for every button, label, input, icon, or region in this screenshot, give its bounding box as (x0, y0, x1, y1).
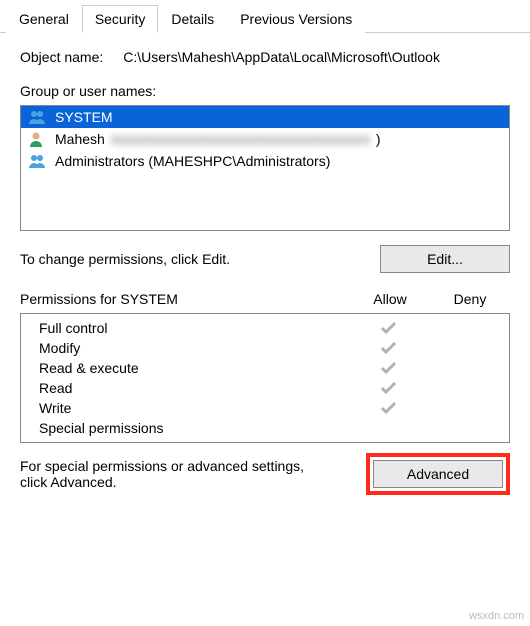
tab-previous-versions[interactable]: Previous Versions (227, 5, 365, 33)
group-user-listbox[interactable]: SYSTEM Mahesh xxxxxxxxxxxxxxxxxxxxxxxxxx… (20, 105, 510, 231)
table-row: Full control (21, 318, 509, 338)
permission-name: Special permissions (21, 420, 349, 436)
allow-column-header: Allow (350, 291, 430, 307)
advanced-button[interactable]: Advanced (373, 460, 503, 488)
allow-check-icon (349, 361, 429, 375)
edit-row: To change permissions, click Edit. Edit.… (20, 245, 510, 273)
table-row: Read & execute (21, 358, 509, 378)
list-item-label: Administrators (MAHESHPC\Administrators) (55, 153, 330, 169)
list-item-label: Mahesh (55, 131, 105, 147)
security-panel: Object name: C:\Users\Mahesh\AppData\Loc… (0, 33, 530, 507)
tab-details[interactable]: Details (158, 5, 227, 33)
list-item[interactable]: SYSTEM (21, 106, 509, 128)
object-name-label: Object name: (20, 49, 103, 65)
list-item-label: SYSTEM (55, 109, 113, 125)
table-row: Write (21, 398, 509, 418)
permissions-table: Full control Modify Read & execute Read … (20, 313, 510, 443)
group-icon (27, 108, 49, 126)
tabstrip: General Security Details Previous Versio… (0, 0, 530, 33)
permission-name: Modify (21, 340, 349, 356)
table-row: Read (21, 378, 509, 398)
list-item[interactable]: Mahesh xxxxxxxxxxxxxxxxxxxxxxxxxxxxxxxxx… (21, 128, 509, 150)
permission-name: Full control (21, 320, 349, 336)
table-row: Special permissions (21, 418, 509, 438)
group-user-label: Group or user names: (20, 83, 510, 99)
advanced-row: For special permissions or advanced sett… (20, 453, 510, 495)
list-item-suffix: ) (376, 131, 381, 147)
permission-name: Read & execute (21, 360, 349, 376)
object-name-value: C:\Users\Mahesh\AppData\Local\Microsoft\… (123, 49, 440, 65)
allow-check-icon (349, 341, 429, 355)
deny-column-header: Deny (430, 291, 510, 307)
table-row: Modify (21, 338, 509, 358)
advanced-highlight: Advanced (366, 453, 510, 495)
watermark: wsxdn.com (469, 610, 524, 622)
object-name-row: Object name: C:\Users\Mahesh\AppData\Loc… (20, 49, 510, 65)
permission-name: Read (21, 380, 349, 396)
user-icon (27, 130, 49, 148)
tab-general[interactable]: General (6, 5, 82, 33)
list-item-hidden: xxxxxxxxxxxxxxxxxxxxxxxxxxxxxxxxxxxxx (111, 131, 370, 147)
group-icon (27, 152, 49, 170)
allow-check-icon (349, 381, 429, 395)
list-item[interactable]: Administrators (MAHESHPC\Administrators) (21, 150, 509, 172)
advanced-hint: For special permissions or advanced sett… (20, 458, 330, 490)
edit-button[interactable]: Edit... (380, 245, 510, 273)
allow-check-icon (349, 401, 429, 415)
allow-check-icon (349, 321, 429, 335)
tab-security[interactable]: Security (82, 5, 159, 33)
permissions-header: Permissions for SYSTEM Allow Deny (20, 291, 510, 307)
permissions-title: Permissions for SYSTEM (20, 291, 350, 307)
permission-name: Write (21, 400, 349, 416)
edit-hint: To change permissions, click Edit. (20, 251, 230, 267)
